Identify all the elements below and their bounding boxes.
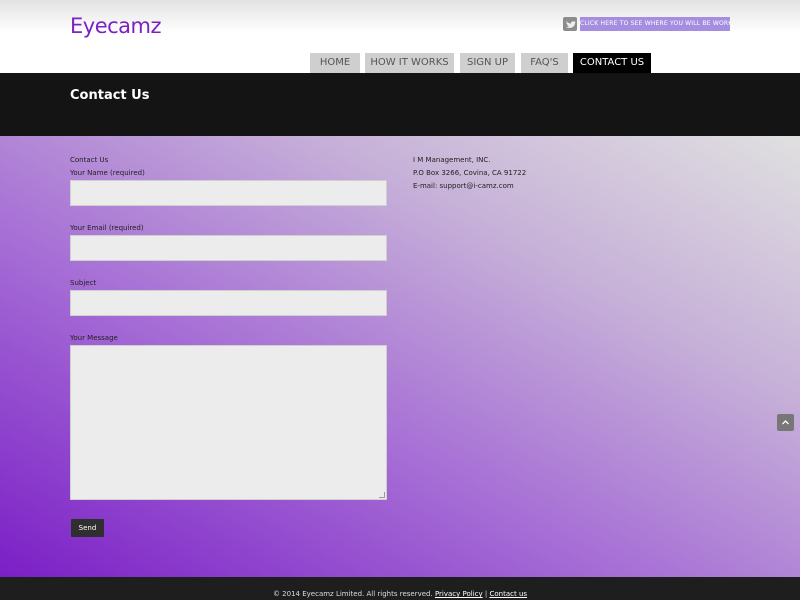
footer-copyright: © 2014 Eyecamz Limited. All rights reser… <box>272 590 433 598</box>
nav-sign-up[interactable]: SIGN UP <box>460 53 515 73</box>
nav-faqs[interactable]: FAQ'S <box>521 53 568 73</box>
subject-label: Subject <box>70 279 97 287</box>
form-heading: Contact Us <box>70 156 109 164</box>
name-input[interactable] <box>70 180 387 206</box>
email-input[interactable] <box>70 235 387 261</box>
contact-section: Contact Us Your Name (required) Your Ema… <box>0 136 800 577</box>
chevron-up-icon <box>782 420 789 425</box>
send-button[interactable]: Send <box>71 519 104 537</box>
title-bar: Contact Us <box>0 73 800 136</box>
page-title: Contact Us <box>70 88 150 103</box>
nav-how-it-works[interactable]: HOW IT WORKS <box>365 53 454 73</box>
nav-home[interactable]: HOME <box>310 53 360 73</box>
site-footer: © 2014 Eyecamz Limited. All rights reser… <box>0 577 800 600</box>
footer-separator: | <box>484 590 488 598</box>
resize-handle-icon[interactable] <box>379 492 385 498</box>
privacy-policy-link[interactable]: Privacy Policy <box>435 590 483 598</box>
footer-contact-link[interactable]: Contact us <box>489 590 527 598</box>
subject-input[interactable] <box>70 290 387 316</box>
email-label: Your Email (required) <box>70 224 144 232</box>
site-logo[interactable]: Eyecamz <box>70 14 162 38</box>
footer-text: © 2014 Eyecamz Limited. All rights reser… <box>0 590 800 598</box>
message-label: Your Message <box>70 334 118 342</box>
address-email: E-mail: support@i-camz.com <box>413 182 514 190</box>
name-label: Your Name (required) <box>70 169 145 177</box>
message-textarea[interactable] <box>70 345 387 500</box>
cta-banner[interactable]: CLICK HERE TO SEE WHERE YOU WILL BE WORK… <box>580 17 730 31</box>
address-company: I M Management, INC. <box>413 156 491 164</box>
nav-contact-us[interactable]: CONTACT US <box>573 53 651 73</box>
address-po-box: P.O Box 3266, Covina, CA 91722 <box>413 169 527 177</box>
twitter-icon[interactable] <box>563 17 577 31</box>
scroll-top-button[interactable] <box>777 414 794 431</box>
